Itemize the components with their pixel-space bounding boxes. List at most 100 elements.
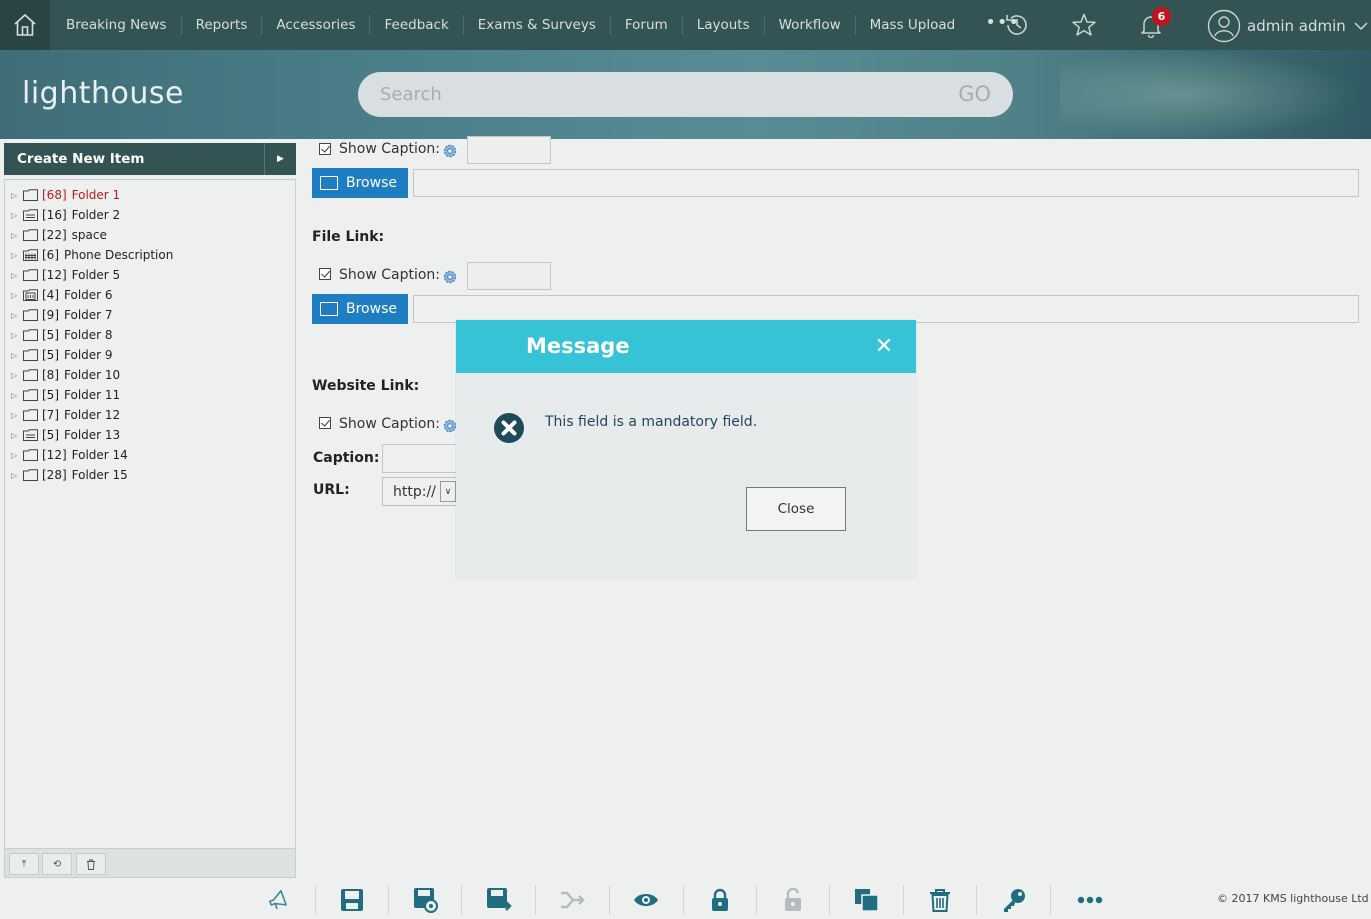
avatar-icon	[1207, 9, 1241, 43]
show-caption-label-3: Show Caption:	[339, 416, 441, 432]
tree-item-count: [5]	[42, 428, 59, 442]
expand-arrow-icon[interactable]: ▷	[11, 471, 23, 480]
collapse-tree-button[interactable]: ⤒	[9, 853, 39, 875]
home-button[interactable]	[0, 0, 50, 50]
expand-arrow-icon[interactable]: ▷	[11, 391, 23, 400]
browse-label-2: Browse	[346, 301, 397, 317]
copyright: © 2017 KMS lighthouse Ltd	[1217, 892, 1369, 905]
tree-item-count: [9]	[42, 308, 59, 322]
refresh-tree-button[interactable]: ⟲	[42, 853, 72, 875]
caption-input-3[interactable]	[382, 444, 462, 473]
tree-item[interactable]: ▷ [6] Phone Description	[11, 245, 173, 265]
expand-arrow-icon[interactable]: ▷	[11, 271, 23, 280]
caption-input-2[interactable]	[467, 262, 551, 290]
expand-arrow-icon[interactable]: ▷	[11, 311, 23, 320]
nav-item-exams-surveys[interactable]: Exams & Surveys	[464, 15, 611, 35]
show-caption-checkbox-1[interactable]	[319, 143, 331, 155]
expand-arrow-icon[interactable]: ▷	[11, 251, 23, 260]
search-go-button[interactable]: GO	[958, 82, 991, 106]
dialog-message: This field is a mandatory field.	[545, 414, 758, 430]
save-button[interactable]	[339, 887, 365, 913]
nav-item-layouts[interactable]: Layouts	[683, 15, 765, 35]
nav-item-breaking-news[interactable]: Breaking News	[52, 15, 182, 35]
tree-item[interactable]: ▷ [7] Folder 12	[11, 405, 173, 425]
expand-arrow-icon[interactable]: ▷	[11, 331, 23, 340]
tree-item[interactable]: ▷ [28] Folder 15	[11, 465, 173, 485]
lock-button[interactable]	[707, 887, 733, 913]
unlock-icon	[785, 888, 801, 911]
tree-item-label: Folder 11	[64, 388, 121, 402]
browse-button-2[interactable]: Browse	[312, 294, 408, 324]
history-button[interactable]	[1002, 10, 1032, 40]
tree-item[interactable]: ▷ [4] Folder 6	[11, 285, 173, 305]
nav-item-forum[interactable]: Forum	[611, 15, 683, 35]
message-dialog: Message ✕ This field is a mandatory fiel…	[456, 320, 916, 578]
preview-button[interactable]	[633, 887, 659, 913]
show-caption-checkbox-3[interactable]	[319, 417, 331, 429]
expand-arrow-icon[interactable]: ▷	[11, 431, 23, 440]
delete-tree-button[interactable]	[76, 853, 106, 875]
tree-item[interactable]: ▷ [12] Folder 5	[11, 265, 173, 285]
create-new-item-button[interactable]: Create New Item	[4, 143, 296, 175]
expand-arrow-icon[interactable]: ▷	[11, 211, 23, 220]
tree-toolbar: ⤒ ⟲	[4, 848, 296, 878]
tree-item[interactable]: ▷ [16] Folder 2	[11, 205, 173, 225]
expand-arrow-icon[interactable]: ▷	[11, 191, 23, 200]
expand-arrow-icon[interactable]: ▷	[11, 451, 23, 460]
tree-item[interactable]: ▷ [5] Folder 8	[11, 325, 173, 345]
user-menu[interactable]: admin admin	[1207, 9, 1368, 43]
duplicate-button[interactable]	[854, 887, 880, 913]
nav-item-mass-upload[interactable]: Mass Upload	[856, 15, 970, 35]
tree-item[interactable]: ▷ [22] space	[11, 225, 173, 245]
megaphone-icon	[269, 889, 287, 910]
tree-item[interactable]: ▷ [5] Folder 9	[11, 345, 173, 365]
nav-item-accessories[interactable]: Accessories	[262, 15, 371, 35]
trash-icon	[87, 859, 95, 870]
tree-item[interactable]: ▷ [5] Folder 13	[11, 425, 173, 445]
favorites-button[interactable]	[1069, 10, 1099, 40]
nav-item-workflow[interactable]: Workflow	[765, 15, 856, 35]
close-icon[interactable]: ✕	[874, 336, 894, 358]
browse-button-1[interactable]: Browse	[312, 168, 408, 198]
tree-item[interactable]: ▷ [12] Folder 14	[11, 445, 173, 465]
more-actions-button[interactable]	[1077, 887, 1103, 913]
tree-item[interactable]: ▷ [9] Folder 7	[11, 305, 173, 325]
tree-item-label: Phone Description	[64, 248, 174, 262]
caption-input-1[interactable]	[467, 136, 551, 164]
url-protocol-select[interactable]: http:// ∨	[382, 477, 462, 506]
tree-item[interactable]: ▷ [8] Folder 10	[11, 365, 173, 385]
delete-button[interactable]	[927, 887, 953, 913]
nav-item-feedback[interactable]: Feedback	[370, 15, 464, 35]
expand-arrow-icon[interactable]: ▷	[11, 351, 23, 360]
tree-item-label: Folder 1	[71, 188, 121, 202]
gear-icon[interactable]	[442, 269, 458, 285]
image-path-field[interactable]	[413, 169, 1359, 197]
calendar-folder-icon	[23, 429, 38, 441]
nav-item-reports[interactable]: Reports	[182, 15, 263, 35]
expand-arrow-icon[interactable]: ▷	[11, 371, 23, 380]
tree-item-label: Folder 7	[64, 308, 113, 322]
close-button[interactable]: Close	[746, 487, 846, 531]
tree-item-count: [6]	[42, 248, 59, 262]
folder-icon	[23, 389, 38, 401]
create-menu-toggle[interactable]: ▶	[264, 143, 296, 175]
gear-icon[interactable]	[442, 143, 458, 159]
file-path-field[interactable]	[413, 295, 1359, 323]
save-preview-button[interactable]	[413, 887, 439, 913]
tree-item-label: Folder 10	[64, 368, 121, 382]
search-bar: GO	[358, 72, 1013, 117]
expand-arrow-icon[interactable]: ▷	[11, 231, 23, 240]
search-input[interactable]	[380, 72, 940, 117]
announce-button[interactable]	[266, 887, 292, 913]
tree-item[interactable]: ▷ [5] Folder 11	[11, 385, 173, 405]
show-caption-checkbox-2[interactable]	[319, 268, 331, 280]
error-icon	[494, 413, 524, 443]
permissions-button[interactable]	[1001, 887, 1027, 913]
tree-item-count: [4]	[42, 288, 59, 302]
folder-icon	[23, 349, 38, 361]
expand-arrow-icon[interactable]: ▷	[11, 411, 23, 420]
tree-item[interactable]: ▷ [68] Folder 1	[11, 185, 173, 205]
expand-arrow-icon[interactable]: ▷	[11, 291, 23, 300]
notification-badge: 6	[1152, 7, 1171, 26]
save-close-button[interactable]	[486, 887, 512, 913]
